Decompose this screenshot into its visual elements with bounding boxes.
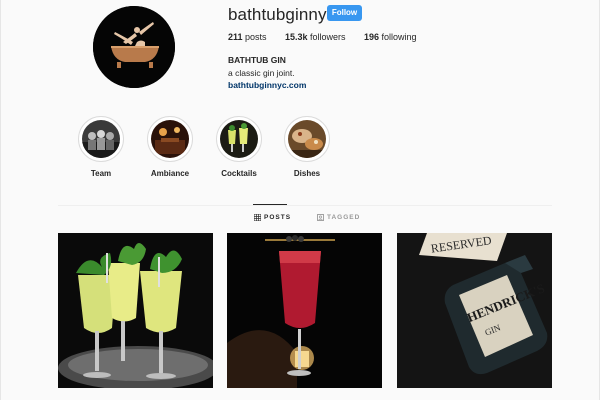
highlight-thumbnail — [288, 120, 326, 158]
highlight-ring — [216, 116, 262, 162]
highlight-thumbnail — [220, 120, 258, 158]
tab-tagged[interactable]: TAGGED — [317, 214, 360, 221]
followers-label: followers — [310, 32, 346, 42]
profile-username: bathtubginnyc — [228, 5, 336, 24]
bio-name: BATHTUB GIN — [228, 55, 286, 65]
highlight-thumbnail — [82, 120, 120, 158]
tab-tagged-label: TAGGED — [327, 214, 361, 221]
post-image — [227, 233, 382, 388]
highlight-ring — [284, 116, 330, 162]
highlight-cocktails[interactable]: Cocktails — [204, 116, 274, 178]
tab-posts[interactable]: POSTS — [254, 214, 291, 221]
profile-page: bathtubginnyc Follow 211 posts 15.3k fol… — [0, 0, 600, 400]
posts-label: posts — [245, 32, 267, 42]
followers-count: 15.3k — [285, 32, 308, 42]
following-label: following — [381, 32, 417, 42]
highlight-label: Cocktails — [221, 169, 257, 178]
post-image — [58, 233, 213, 388]
posts-count: 211 — [228, 32, 243, 42]
highlight-dishes[interactable]: Dishes — [272, 116, 342, 178]
tag-icon — [317, 214, 324, 221]
post-thumbnail-green-cocktails[interactable] — [58, 233, 213, 388]
tab-posts-label: POSTS — [264, 214, 292, 221]
active-tab-indicator — [253, 204, 287, 205]
post-thumbnail-hendricks-gin-bottle[interactable]: RESERVED HENDRICK'S GIN — [397, 233, 552, 388]
following-stat[interactable]: 196 following — [364, 32, 417, 42]
highlight-label: Team — [90, 169, 112, 178]
post-image: RESERVED HENDRICK'S GIN — [397, 233, 552, 388]
highlight-label: Ambiance — [150, 169, 190, 178]
bathtub-logo-icon — [93, 6, 175, 88]
bio-link[interactable]: bathtubginnyc.com — [228, 80, 306, 90]
highlight-ring — [78, 116, 124, 162]
profile-avatar[interactable] — [93, 6, 175, 88]
highlight-ambiance[interactable]: Ambiance — [135, 116, 205, 178]
highlight-thumbnail — [151, 120, 189, 158]
highlight-label: Dishes — [293, 169, 321, 178]
follow-button[interactable]: Follow — [327, 5, 362, 21]
bio-description: a classic gin joint. — [228, 68, 295, 78]
followers-stat[interactable]: 15.3k followers — [285, 32, 346, 42]
tab-divider — [58, 205, 552, 206]
grid-icon — [254, 214, 261, 221]
following-count: 196 — [364, 32, 380, 42]
posts-stat: 211 posts — [228, 32, 267, 42]
highlight-ring — [147, 116, 193, 162]
highlight-team[interactable]: Team — [66, 116, 136, 178]
post-thumbnail-red-cocktail[interactable] — [227, 233, 382, 388]
